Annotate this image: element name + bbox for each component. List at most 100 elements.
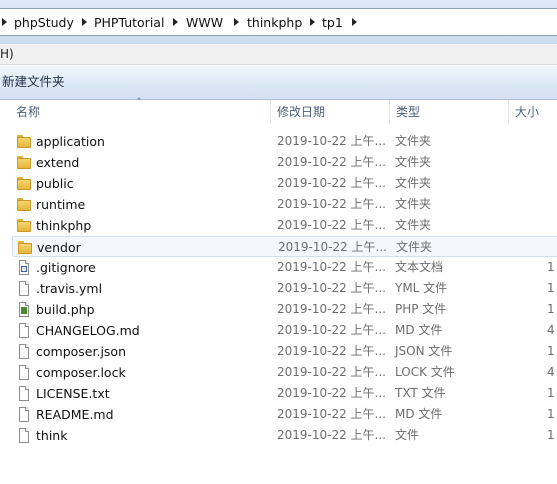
file-name: composer.lock <box>36 365 126 380</box>
breadcrumb[interactable]: phpStudy PHPTutorial WWW thinkphp tp1 <box>0 8 557 36</box>
breadcrumb-item-thinkphp[interactable]: thinkphp <box>247 15 302 31</box>
file-type: PHP 文件 <box>395 302 447 316</box>
php-file-icon <box>16 302 32 318</box>
file-row[interactable]: extend 2019-10-22 上午... 文件夹 <box>12 152 557 173</box>
file-type: 文件夹 <box>395 155 432 169</box>
column-header-size[interactable]: 大小 <box>515 104 539 120</box>
file-size: 1 <box>547 302 555 316</box>
file-date: 2019-10-22 上午... <box>277 386 386 400</box>
folder-icon <box>16 197 32 213</box>
file-date: 2019-10-22 上午... <box>277 218 386 232</box>
breadcrumb-item-www[interactable]: WWW <box>186 15 223 31</box>
folder-icon <box>16 218 32 234</box>
file-row[interactable]: runtime 2019-10-22 上午... 文件夹 <box>12 194 557 215</box>
file-type: TXT 文件 <box>395 386 446 400</box>
file-row[interactable]: .travis.yml 2019-10-22 上午... YML 文件 1 <box>12 278 557 299</box>
file-row[interactable]: composer.lock 2019-10-22 上午... LOCK 文件 4 <box>12 362 557 383</box>
file-name: public <box>36 176 74 191</box>
file-type: JSON 文件 <box>395 344 453 358</box>
column-divider[interactable] <box>270 100 271 124</box>
file-row[interactable]: .gitignore 2019-10-22 上午... 文本文档 1 <box>12 257 557 278</box>
menu-help[interactable]: H) <box>0 46 14 62</box>
file-type: 文本文档 <box>395 260 444 274</box>
file-type: YML 文件 <box>395 281 448 295</box>
folder-icon <box>16 176 32 192</box>
file-type: 文件夹 <box>396 240 433 254</box>
folder-icon <box>17 240 33 256</box>
chevron-right-icon[interactable] <box>2 18 7 26</box>
file-row[interactable]: thinkphp 2019-10-22 上午... 文件夹 <box>12 215 557 236</box>
file-date: 2019-10-22 上午... <box>277 260 386 274</box>
file-size: 1 <box>547 428 555 442</box>
file-date: 2019-10-22 上午... <box>277 365 386 379</box>
column-header-name[interactable]: 名称 <box>16 104 40 120</box>
file-row[interactable]: CHANGELOG.md 2019-10-22 上午... MD 文件 4 <box>12 320 557 341</box>
chevron-right-icon[interactable] <box>173 18 178 26</box>
file-row[interactable]: think 2019-10-22 上午... 文件 1 <box>12 425 557 446</box>
file-type: 文件夹 <box>395 134 432 148</box>
folder-icon <box>16 155 32 171</box>
breadcrumb-item-phptutorial[interactable]: PHPTutorial <box>94 15 164 31</box>
file-name: LICENSE.txt <box>36 386 110 401</box>
file-name: extend <box>36 155 80 170</box>
file-name: README.md <box>36 407 114 422</box>
file-size: 1 <box>547 344 555 358</box>
file-date: 2019-10-22 上午... <box>278 240 387 254</box>
chevron-right-icon[interactable] <box>82 18 87 26</box>
file-icon <box>16 365 32 381</box>
command-bar: 新建文件夹 <box>0 65 557 100</box>
file-name: CHANGELOG.md <box>36 323 140 338</box>
file-name: thinkphp <box>36 218 92 233</box>
file-type: LOCK 文件 <box>395 365 455 379</box>
file-name: think <box>36 428 68 443</box>
file-date: 2019-10-22 上午... <box>277 407 386 421</box>
file-date: 2019-10-22 上午... <box>277 197 386 211</box>
file-date: 2019-10-22 上午... <box>277 302 386 316</box>
file-name: .travis.yml <box>36 281 103 296</box>
file-date: 2019-10-22 上午... <box>277 428 386 442</box>
file-type: 文件夹 <box>395 197 432 211</box>
file-name: .gitignore <box>36 260 96 275</box>
file-size: 4 <box>547 323 555 337</box>
file-size: 1 <box>547 407 555 421</box>
file-icon <box>16 281 32 297</box>
file-name: runtime <box>36 197 86 212</box>
file-name: application <box>36 134 105 149</box>
column-divider[interactable] <box>508 100 509 124</box>
file-row[interactable]: public 2019-10-22 上午... 文件夹 <box>12 173 557 194</box>
file-date: 2019-10-22 上午... <box>277 134 386 148</box>
chevron-right-icon[interactable] <box>352 18 357 26</box>
file-size: 1 <box>547 386 555 400</box>
file-date: 2019-10-22 上午... <box>277 323 386 337</box>
file-date: 2019-10-22 上午... <box>277 155 386 169</box>
menu-bar: H) <box>0 44 557 65</box>
file-row[interactable]: vendor 2019-10-22 上午... 文件夹 <box>12 236 557 257</box>
file-date: 2019-10-22 上午... <box>277 176 386 190</box>
file-name: composer.json <box>36 344 127 359</box>
chevron-right-icon[interactable] <box>234 18 239 26</box>
file-row[interactable]: composer.json 2019-10-22 上午... JSON 文件 1 <box>12 341 557 362</box>
column-header-row: 名称 修改日期 类型 大小 <box>0 100 557 124</box>
file-size: 1 <box>547 281 555 295</box>
file-date: 2019-10-22 上午... <box>277 344 386 358</box>
file-icon <box>16 344 32 360</box>
file-type: MD 文件 <box>395 323 443 337</box>
text-document-icon <box>16 260 32 276</box>
column-header-date[interactable]: 修改日期 <box>277 104 325 120</box>
file-row[interactable]: application 2019-10-22 上午... 文件夹 <box>12 131 557 152</box>
column-header-type[interactable]: 类型 <box>396 104 420 120</box>
file-icon <box>16 407 32 423</box>
folder-icon <box>16 134 32 150</box>
chevron-right-icon[interactable] <box>310 18 315 26</box>
file-type: 文件 <box>395 428 420 442</box>
new-folder-button[interactable]: 新建文件夹 <box>2 73 65 91</box>
file-date: 2019-10-22 上午... <box>277 281 386 295</box>
breadcrumb-item-phpstudy[interactable]: phpStudy <box>14 15 74 31</box>
breadcrumb-item-tp1[interactable]: tp1 <box>322 15 343 31</box>
file-row[interactable]: build.php 2019-10-22 上午... PHP 文件 1 <box>12 299 557 320</box>
file-name: build.php <box>36 302 95 317</box>
file-row[interactable]: README.md 2019-10-22 上午... MD 文件 1 <box>12 404 557 425</box>
column-divider[interactable] <box>389 100 390 124</box>
file-row[interactable]: LICENSE.txt 2019-10-22 上午... TXT 文件 1 <box>12 383 557 404</box>
file-icon <box>16 386 32 402</box>
